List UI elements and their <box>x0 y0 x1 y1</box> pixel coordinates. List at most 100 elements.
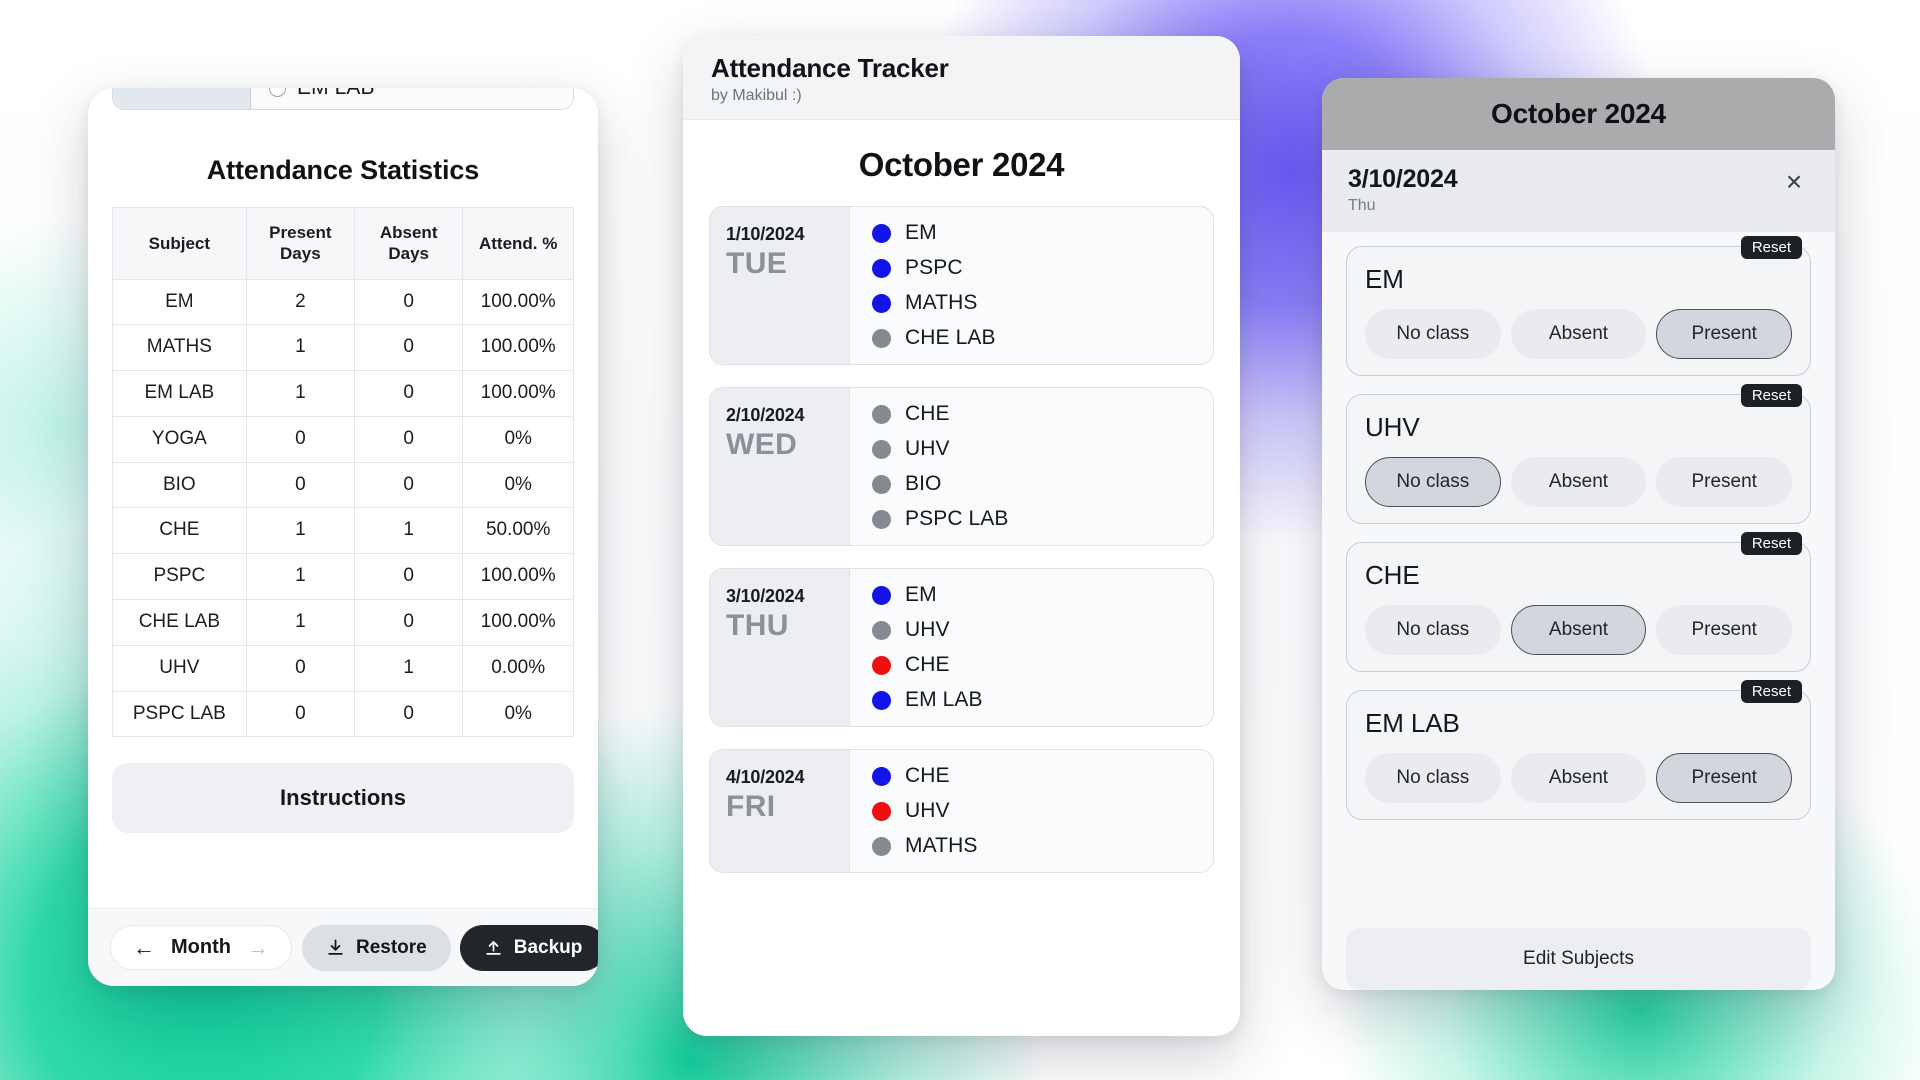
absent-days-cell: 0 <box>354 553 464 601</box>
subject-card-name: CHE <box>1365 560 1420 590</box>
day-card[interactable]: 1/10/2024 TUE EM PSPC MATHS CHE LAB <box>709 206 1214 365</box>
table-row: BIO 0 0 0% <box>112 461 574 509</box>
status-segmented-control: No class Absent Present <box>1365 753 1793 803</box>
subject-picker-row[interactable]: EM LAB <box>112 88 574 110</box>
attendance-percent-cell: 0% <box>462 690 574 738</box>
day-card-subject-list: EM PSPC MATHS CHE LAB <box>850 207 1213 364</box>
next-month-arrow-icon[interactable]: → <box>247 936 269 959</box>
present-days-cell: 1 <box>245 599 356 646</box>
month-nav-label: Month <box>171 936 231 958</box>
status-dot-icon <box>872 655 891 675</box>
status-option-present[interactable]: Present <box>1656 309 1793 359</box>
radio-option-em-lab[interactable]: EM LAB <box>269 88 375 100</box>
absent-days-cell: 0 <box>354 461 464 509</box>
reset-button[interactable]: Reset <box>1740 532 1802 555</box>
status-option-present[interactable]: Present <box>1656 457 1793 507</box>
day-subject-name: BIO <box>905 472 942 495</box>
detail-day-of-week: Thu <box>1348 197 1376 214</box>
absent-days-cell: 1 <box>354 644 464 692</box>
status-segmented-control: No class Absent Present <box>1365 457 1793 507</box>
attendance-percent-cell: 100.00% <box>462 599 574 646</box>
day-subject-name: PSPC LAB <box>905 507 1009 530</box>
absent-days-cell: 0 <box>354 278 464 326</box>
present-days-cell: 0 <box>245 461 356 509</box>
day-card-date-block: 2/10/2024 WED <box>710 388 850 545</box>
subject-status-card: Reset EM LAB No class Absent Present <box>1346 680 1811 820</box>
close-icon[interactable]: × <box>1777 165 1811 199</box>
attendance-percent-cell: 0% <box>462 461 574 509</box>
month-navigator[interactable]: ← Month → <box>110 925 292 970</box>
present-days-cell: 1 <box>245 553 356 601</box>
backup-button-label: Backup <box>513 936 583 958</box>
day-card-weekday: TUE <box>726 247 788 280</box>
status-option-no-class[interactable]: No class <box>1365 605 1501 655</box>
status-option-no-class[interactable]: No class <box>1365 753 1501 803</box>
day-subject-name: CHE <box>905 764 950 787</box>
day-subject-name: EM <box>905 221 937 244</box>
day-card-date: 4/10/2024 <box>726 767 805 787</box>
status-segmented-control: No class Absent Present <box>1365 309 1793 359</box>
detail-month-bar: October 2024 <box>1322 78 1835 150</box>
download-icon <box>328 939 343 955</box>
present-days-cell: 1 <box>245 370 356 417</box>
status-option-present[interactable]: Present <box>1656 753 1793 803</box>
day-subject-name: MATHS <box>905 291 978 314</box>
column-header-absent: Absent Days <box>354 207 464 280</box>
absent-days-cell: 1 <box>354 507 464 555</box>
day-card-date: 1/10/2024 <box>726 224 805 244</box>
attendance-percent-cell: 100.00% <box>462 324 574 372</box>
day-subject-row: MATHS <box>872 834 1213 858</box>
subject-picker-right-cell[interactable]: EM LAB <box>251 88 573 109</box>
column-header-percent: Attend. % <box>462 207 574 280</box>
day-card-subject-list: CHE UHV MATHS <box>850 750 1213 872</box>
day-card-weekday: THU <box>726 609 789 642</box>
absent-days-cell: 0 <box>354 415 464 463</box>
status-option-no-class[interactable]: No class <box>1365 457 1501 507</box>
present-days-cell: 0 <box>245 690 356 738</box>
reset-button[interactable]: Reset <box>1740 236 1802 259</box>
absent-days-cell: 0 <box>354 599 464 646</box>
subject-card-name: EM <box>1365 264 1404 294</box>
status-option-no-class[interactable]: No class <box>1365 309 1501 359</box>
table-row: MATHS 1 0 100.00% <box>112 324 574 372</box>
detail-date-bar: 3/10/2024 Thu × <box>1322 150 1835 232</box>
attendance-percent-cell: 100.00% <box>462 553 574 601</box>
table-header: Subject Present Days Absent Days Attend.… <box>112 207 574 280</box>
day-card[interactable]: 3/10/2024 THU EM UHV CHE EM LAB <box>709 568 1214 727</box>
status-dot-icon <box>872 766 891 786</box>
table-row: PSPC LAB 0 0 0% <box>112 690 574 738</box>
radio-circle-icon[interactable] <box>269 88 286 97</box>
status-option-absent[interactable]: Absent <box>1510 753 1647 803</box>
status-dot-icon <box>872 328 891 348</box>
backup-button[interactable]: Backup <box>459 924 598 971</box>
present-days-cell: 2 <box>245 278 356 326</box>
present-days-cell: 1 <box>245 507 356 555</box>
day-card[interactable]: 2/10/2024 WED CHE UHV BIO PSPC LAB <box>709 387 1214 546</box>
day-subject-row: UHV <box>872 618 1213 642</box>
subject-card-name: UHV <box>1365 412 1420 442</box>
restore-button[interactable]: Restore <box>301 924 451 971</box>
day-card-date-block: 1/10/2024 TUE <box>710 207 850 364</box>
subject-cell: UHV <box>112 644 247 692</box>
reset-button[interactable]: Reset <box>1740 384 1802 407</box>
statistics-scroll-area: EM LAB Attendance Statistics Subject Pre… <box>88 88 598 908</box>
table-row: YOGA 0 0 0% <box>112 415 574 463</box>
day-subject-name: CHE <box>905 653 950 676</box>
status-option-absent[interactable]: Absent <box>1510 605 1647 655</box>
reset-button[interactable]: Reset <box>1740 680 1802 703</box>
status-dot-icon <box>872 474 891 494</box>
prev-month-arrow-icon[interactable]: ← <box>133 936 155 959</box>
status-option-absent[interactable]: Absent <box>1510 309 1647 359</box>
instructions-button[interactable]: Instructions <box>112 763 574 834</box>
table-row: UHV 0 1 0.00% <box>112 644 574 692</box>
subject-status-card: Reset UHV No class Absent Present <box>1346 384 1811 524</box>
day-subject-name: CHE LAB <box>905 326 996 349</box>
status-dot-icon <box>872 801 891 821</box>
status-option-absent[interactable]: Absent <box>1510 457 1647 507</box>
day-card[interactable]: 4/10/2024 FRI CHE UHV MATHS <box>709 749 1214 873</box>
status-option-present[interactable]: Present <box>1656 605 1793 655</box>
day-subject-row: EM <box>872 221 1213 245</box>
edit-subjects-button[interactable]: Edit Subjects <box>1346 928 1811 990</box>
absent-days-cell: 0 <box>354 324 464 372</box>
attendance-percent-cell: 100.00% <box>462 278 574 326</box>
